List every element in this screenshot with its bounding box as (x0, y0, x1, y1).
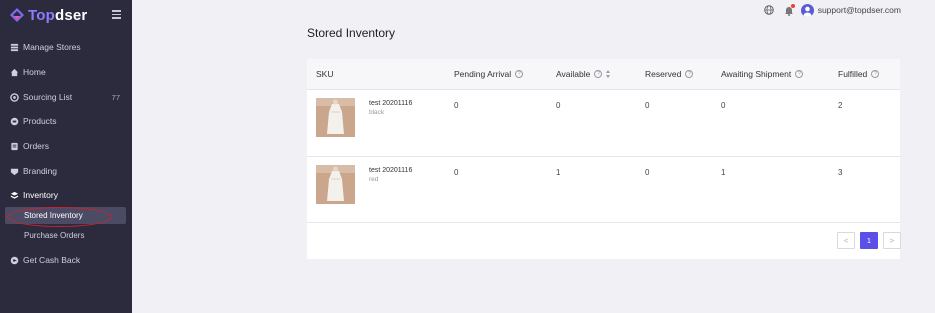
sidebar-item-branding[interactable]: Branding (0, 161, 132, 181)
reserved-value: 0 (645, 101, 650, 110)
sku-variant: red (369, 176, 379, 183)
column-header-fulfilled: Fulfilled? (838, 69, 880, 79)
home-icon (10, 68, 19, 76)
inventory-icon (10, 191, 19, 199)
page-title: Stored Inventory (307, 26, 396, 40)
column-header-awaiting-shipment: Awaiting Shipment? (721, 69, 804, 79)
help-icon[interactable]: ? (795, 70, 804, 78)
prev-page-button[interactable]: < (837, 232, 855, 249)
sourcing-count-badge: 77 (111, 92, 120, 102)
available-value: 0 (556, 101, 561, 110)
table-row: test 20201116 red 0 1 0 1 3 (307, 157, 900, 223)
table-row: test 20201116 black 0 0 0 0 2 (307, 90, 900, 157)
awaiting-shipment-value: 1 (721, 168, 726, 177)
pagination: < 1 > (832, 232, 901, 249)
cashback-icon (10, 256, 19, 264)
awaiting-shipment-value: 0 (721, 101, 726, 110)
help-icon[interactable]: ? (871, 70, 880, 78)
tag-icon (10, 117, 19, 125)
menu-collapse-icon[interactable] (112, 10, 121, 19)
pending-arrival-value: 0 (454, 101, 459, 110)
sidebar-item-sourcing-list[interactable]: Sourcing List 77 (0, 87, 132, 107)
sidebar-item-label: Products (23, 116, 57, 126)
sku-cell: test 20201116 red (369, 167, 412, 183)
sidebar-item-label: Inventory (23, 190, 58, 200)
sidebar-item-home[interactable]: Home (0, 62, 132, 82)
product-thumbnail[interactable] (316, 165, 355, 204)
product-thumbnail[interactable] (316, 98, 355, 137)
stack-icon (10, 43, 19, 51)
logo-text: Topdser (28, 6, 88, 24)
page-1-button[interactable]: 1 (860, 232, 878, 249)
sidebar-item-products[interactable]: Products (0, 111, 132, 131)
table-header: SKU Pending Arrival? Available? Reserved… (307, 59, 900, 90)
branding-icon (10, 168, 19, 175)
help-icon[interactable]: ? (594, 70, 603, 78)
user-avatar-icon[interactable] (800, 3, 814, 17)
column-header-reserved: Reserved? (645, 69, 694, 79)
sidebar-subitem-label: Purchase Orders (24, 231, 85, 240)
sidebar-item-label: Get Cash Back (23, 255, 81, 265)
sku-variant: black (369, 109, 385, 116)
globe-icon[interactable] (763, 5, 774, 15)
brand-logo[interactable]: Topdser (9, 6, 87, 24)
reserved-value: 0 (645, 168, 650, 177)
header-actions: support@topdser.com (763, 2, 901, 18)
next-page-button[interactable]: > (883, 232, 901, 249)
sidebar-subitem-purchase-orders[interactable]: Purchase Orders (5, 227, 126, 244)
orders-icon (11, 142, 18, 150)
sort-icon[interactable] (606, 70, 611, 78)
notification-dot (790, 3, 795, 8)
inventory-table: SKU Pending Arrival? Available? Reserved… (307, 59, 901, 259)
sku-name: test 20201116 (369, 167, 413, 174)
sidebar-subitem-stored-inventory[interactable]: Stored Inventory (5, 207, 126, 224)
sidebar-item-label: Sourcing List (23, 92, 73, 102)
sidebar-item-orders[interactable]: Orders (0, 136, 132, 156)
sku-cell: test 20201116 black (369, 100, 412, 116)
sidebar-item-get-cash-back[interactable]: Get Cash Back (0, 250, 132, 270)
sidebar-item-inventory[interactable]: Inventory (0, 185, 132, 205)
column-header-sku: SKU (316, 69, 334, 79)
column-header-available[interactable]: Available? (556, 69, 611, 79)
fulfilled-value: 3 (838, 168, 843, 177)
pending-arrival-value: 0 (454, 168, 459, 177)
bell-icon[interactable] (784, 3, 795, 16)
sidebar-subitem-label: Stored Inventory (24, 211, 83, 220)
fulfilled-value: 2 (838, 101, 843, 110)
sidebar-item-manage-stores[interactable]: Manage Stores (0, 37, 132, 57)
column-header-pending-arrival: Pending Arrival? (454, 69, 524, 79)
sidebar-item-label: Manage Stores (23, 42, 81, 52)
sidebar-item-label: Home (23, 67, 46, 77)
user-email[interactable]: support@topdser.com (818, 5, 901, 15)
available-value: 1 (556, 168, 561, 177)
help-icon[interactable]: ? (685, 70, 694, 78)
sidebar-item-label: Orders (23, 141, 49, 151)
sku-name: test 20201116 (369, 100, 413, 107)
sourcing-icon (10, 92, 19, 102)
sidebar-item-label: Branding (23, 166, 58, 176)
logo-mark-icon (10, 8, 24, 22)
sidebar: Topdser Manage Stores Home Sourcing List… (0, 0, 132, 313)
help-icon[interactable]: ? (515, 70, 524, 78)
